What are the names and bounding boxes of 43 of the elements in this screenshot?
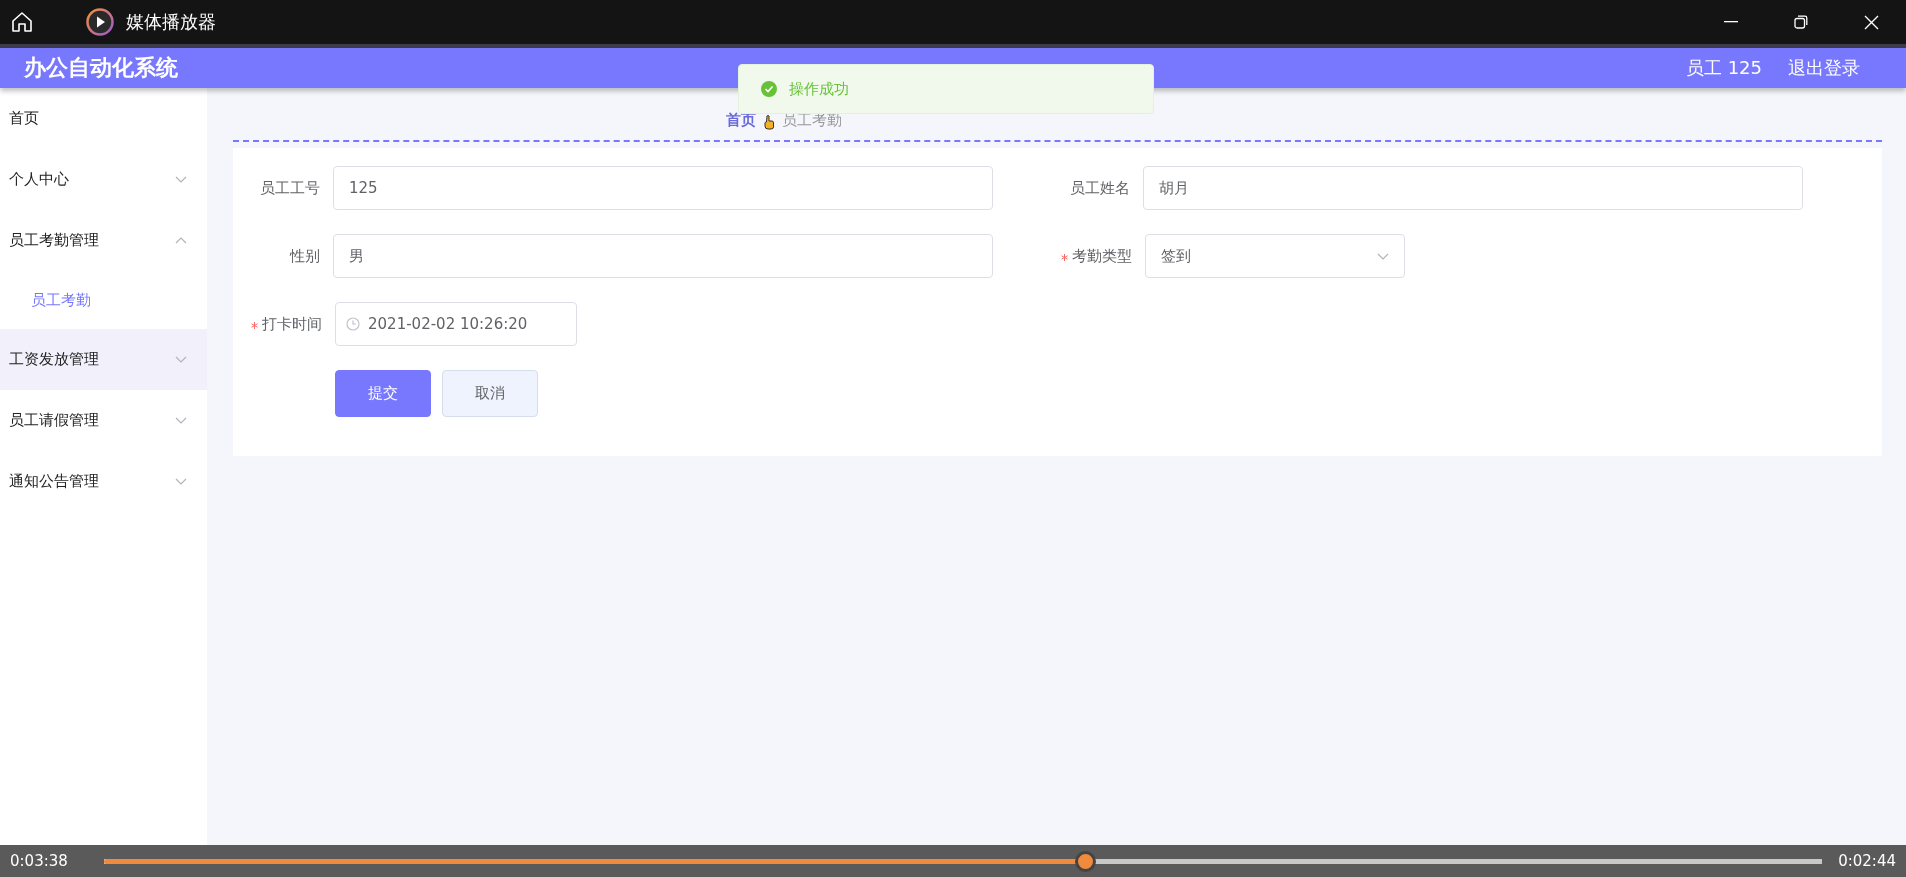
chevron-icon <box>175 356 187 363</box>
play-icon <box>86 8 114 36</box>
logout-link[interactable]: 退出登录 <box>1788 56 1860 80</box>
remaining-time: 0:02:44 <box>1837 852 1896 870</box>
chevron-icon <box>175 237 187 244</box>
chevron-icon <box>175 417 187 424</box>
required-asterisk-icon <box>251 321 258 329</box>
submit-button[interactable]: 提交 <box>335 370 431 417</box>
field-label: 员工姓名 <box>1068 178 1130 198</box>
sidebar-item[interactable]: 个人中心 <box>0 149 207 210</box>
toast-message: 操作成功 <box>789 79 849 99</box>
user-name: 员工 125 <box>1685 56 1762 80</box>
slider-thumb[interactable] <box>1074 850 1096 872</box>
window-title: 媒体播放器 <box>126 10 216 34</box>
minimize-icon <box>1724 21 1738 23</box>
field-label: 打卡时间 <box>233 314 322 334</box>
field-label: 性别 <box>288 246 320 266</box>
cancel-button[interactable]: 取消 <box>442 370 538 417</box>
restore-icon <box>1794 15 1808 29</box>
chevron-icon <box>175 478 187 485</box>
home-icon[interactable] <box>10 10 34 34</box>
required-asterisk-icon <box>1061 253 1068 261</box>
sidebar-item[interactable]: 员工考勤管理 <box>0 210 207 271</box>
chevron-icon <box>175 176 187 183</box>
check-circle-icon <box>761 81 777 97</box>
close-icon <box>1863 14 1879 30</box>
app-title: 办公自动化系统 <box>24 54 178 82</box>
elapsed-time: 0:03:38 <box>10 852 69 870</box>
field-label: 考勤类型 <box>1043 246 1132 266</box>
chevron-icon <box>1377 252 1389 260</box>
sidebar-item[interactable]: 员工请假管理 <box>0 390 207 451</box>
sidebar-item[interactable]: 通知公告管理 <box>0 451 207 512</box>
input-field[interactable]: 125 <box>332 166 993 210</box>
field-label: 员工工号 <box>258 178 320 198</box>
select-field[interactable]: 签到 <box>1145 234 1405 278</box>
sidebar-item[interactable]: 工资发放管理 <box>0 329 207 390</box>
input-field[interactable]: 胡月 <box>1142 166 1803 210</box>
date-field[interactable]: 2021-02-02 10:26:20 <box>335 302 577 346</box>
input-field[interactable]: 男 <box>332 234 993 278</box>
sidebar-item[interactable]: 首页 <box>0 88 207 149</box>
sidebar-subitem[interactable]: 员工考勤 <box>0 271 207 329</box>
hand-cursor-icon <box>764 115 774 130</box>
clock-icon <box>346 317 360 331</box>
